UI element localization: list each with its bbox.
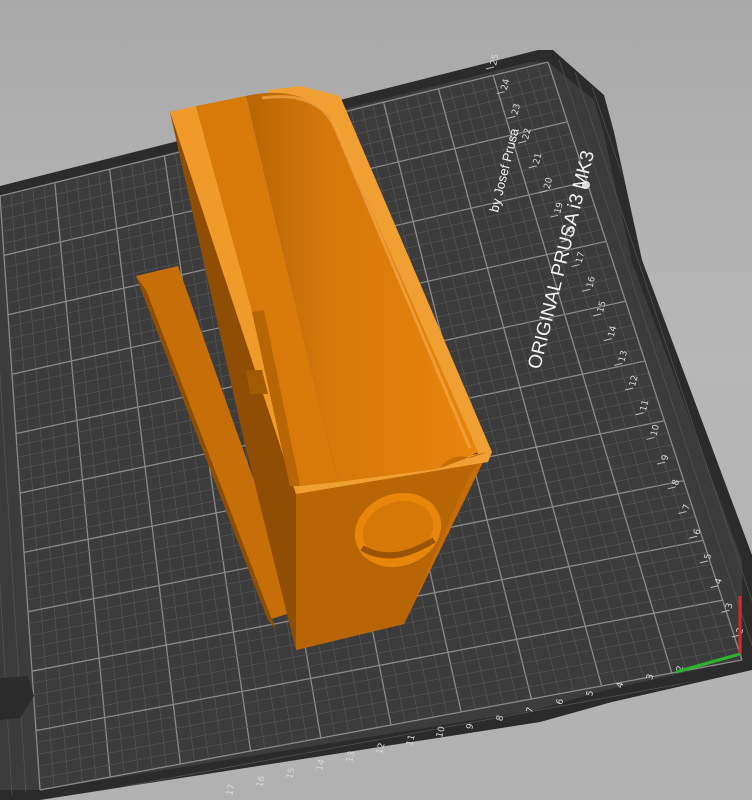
ruler-number: 17 (225, 783, 237, 797)
3d-scene[interactable]: ORIGINAL PRUSA i3 MK3 by Josef Prusa 252… (0, 0, 752, 800)
ruler-number: 14 (315, 758, 328, 772)
ruler-number: 15 (285, 767, 297, 781)
ruler-number: 13 (345, 750, 357, 764)
3d-viewport[interactable]: ORIGINAL PRUSA i3 MK3 by Josef Prusa 25 2… (0, 0, 752, 800)
ruler-number: 16 (255, 775, 268, 789)
ruler-number: 11 (405, 734, 417, 748)
ruler-number: 12 (375, 742, 387, 756)
